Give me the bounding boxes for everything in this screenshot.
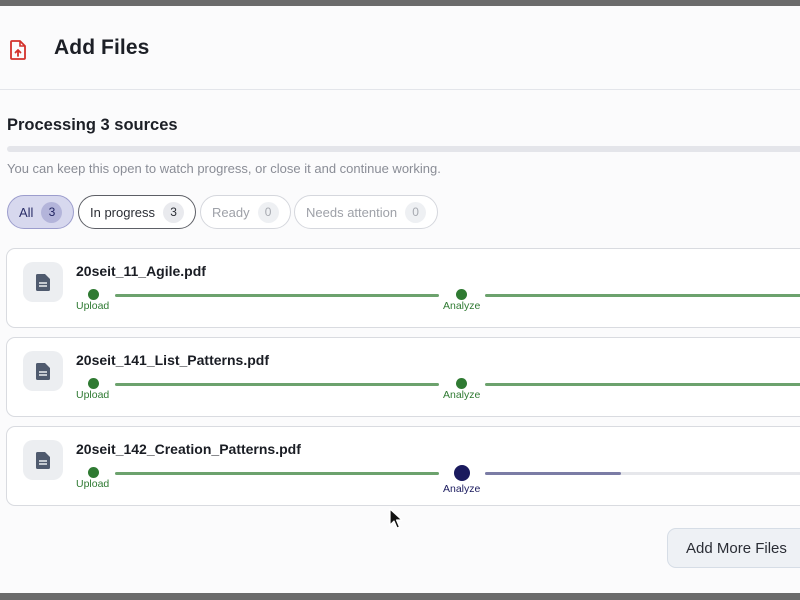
filter-in-progress[interactable]: In progress 3 [78,195,197,229]
file-card[interactable]: 20seit_142_Creation_Patterns.pdf Upload … [6,426,800,506]
filter-needs-attention[interactable]: Needs attention 0 [294,195,439,229]
stage-upload-label: Upload [76,478,110,490]
stage-upload-dot [88,467,99,478]
filter-ready[interactable]: Ready 0 [200,195,291,229]
overall-progress-bar [7,146,800,152]
file-name: 20seit_141_List_Patterns.pdf [76,352,269,368]
filter-label: Needs attention [306,204,398,220]
analyze-progress-fill [485,472,621,475]
analyze-progress-track [485,472,800,475]
stage-upload-dot [88,289,99,300]
stage-connector [485,294,800,297]
document-icon [23,351,63,391]
filter-label: All [19,204,34,220]
processing-hint: You can keep this open to watch progress… [7,161,441,176]
file-card[interactable]: 20seit_11_Agile.pdf Upload Analyze [6,248,800,328]
stage-connector [115,294,439,297]
add-more-files-button[interactable]: Add More Files [667,528,800,568]
add-files-panel: Add Files Processing 3 sources You can k… [0,6,800,593]
filter-all[interactable]: All 3 [7,195,75,229]
file-name: 20seit_142_Creation_Patterns.pdf [76,441,301,457]
page-title: Add Files [54,36,150,59]
filter-label: Ready [212,204,250,220]
stage-connector [115,383,439,386]
file-name: 20seit_11_Agile.pdf [76,263,206,279]
stage-connector [485,383,800,386]
filter-count: 3 [41,201,63,223]
file-card[interactable]: 20seit_141_List_Patterns.pdf Upload Anal… [6,337,800,417]
filter-count: 0 [257,201,279,223]
mouse-pointer-icon [389,508,403,529]
filter-count: 0 [405,201,427,223]
file-upload-icon [10,40,26,60]
stage-analyze-label: Analyze [443,300,481,312]
stage-connector [115,472,439,475]
stage-analyze-dot [456,289,467,300]
document-icon [23,262,63,302]
stage-analyze-current-dot [454,465,470,481]
stage-upload-label: Upload [76,300,110,312]
stage-upload-label: Upload [76,389,110,401]
processing-title: Processing 3 sources [7,116,178,134]
stage-analyze-label: Analyze [443,389,481,401]
filter-label: In progress [90,204,156,220]
stage-analyze-label: Analyze [443,483,481,495]
panel-header: Add Files [0,6,800,90]
filter-count: 3 [163,201,185,223]
document-icon [23,440,63,480]
stage-analyze-dot [456,378,467,389]
stage-upload-dot [88,378,99,389]
